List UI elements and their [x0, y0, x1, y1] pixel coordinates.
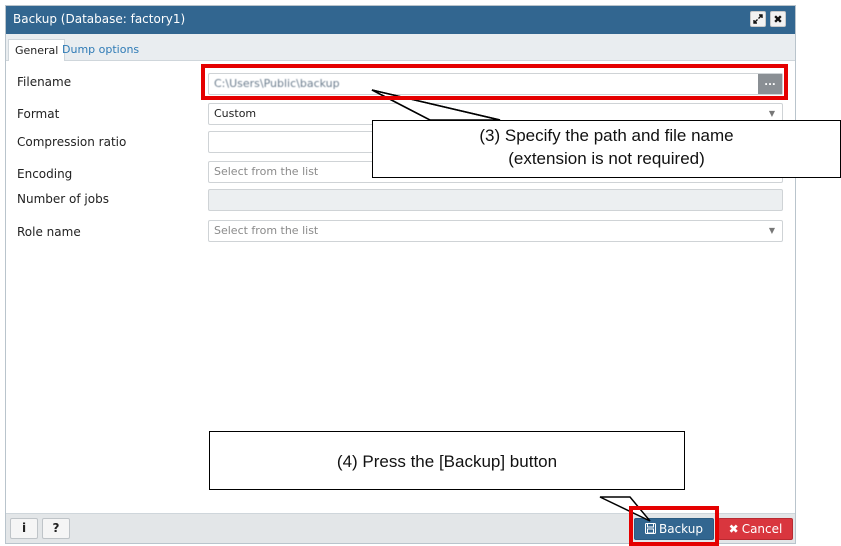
- callout-path-line2: (extension is not required): [508, 149, 705, 168]
- maximize-button[interactable]: [750, 11, 766, 27]
- tab-dump-options[interactable]: Dump options: [56, 39, 145, 61]
- encoding-label: Encoding: [17, 167, 73, 181]
- compression-label: Compression ratio: [17, 135, 127, 149]
- tab-bar: General Dump options: [6, 34, 795, 61]
- backup-button-label: Backup: [659, 522, 703, 536]
- encoding-placeholder: Select from the list: [214, 165, 319, 178]
- chevron-down-icon: ▼: [768, 226, 775, 235]
- jobs-label: Number of jobs: [17, 192, 109, 206]
- save-icon: [645, 523, 656, 534]
- close-button[interactable]: ✖: [770, 11, 786, 27]
- role-select[interactable]: Select from the list ▼: [208, 220, 783, 242]
- dialog-title: Backup (Database: factory1): [13, 12, 186, 26]
- format-value: Custom: [214, 107, 257, 120]
- callout-path-line1: (3) Specify the path and file name: [479, 126, 734, 145]
- filename-label: Filename: [17, 75, 72, 89]
- info-button[interactable]: i: [10, 518, 38, 539]
- title-bar: Backup (Database: factory1) ✖: [6, 6, 795, 34]
- role-label: Role name: [17, 225, 81, 239]
- filename-field[interactable]: C:\Users\Public\backup ...: [208, 73, 783, 95]
- dialog-footer: i ? Backup ✖ Cancel: [6, 513, 795, 543]
- callout-path: (3) Specify the path and file name (exte…: [372, 120, 841, 178]
- expand-icon: [753, 14, 763, 24]
- close-icon: ✖: [728, 522, 739, 536]
- help-button[interactable]: ?: [42, 518, 70, 539]
- callout-backup: (4) Press the [Backup] button: [209, 431, 685, 490]
- cancel-button[interactable]: ✖ Cancel: [718, 518, 793, 540]
- cancel-button-label: Cancel: [741, 522, 783, 536]
- browse-button[interactable]: ...: [758, 74, 782, 94]
- role-placeholder: Select from the list: [214, 224, 319, 237]
- format-label: Format: [17, 107, 60, 121]
- jobs-input[interactable]: [208, 189, 783, 211]
- filename-input[interactable]: C:\Users\Public\backup: [214, 77, 340, 90]
- backup-button[interactable]: Backup: [634, 518, 714, 540]
